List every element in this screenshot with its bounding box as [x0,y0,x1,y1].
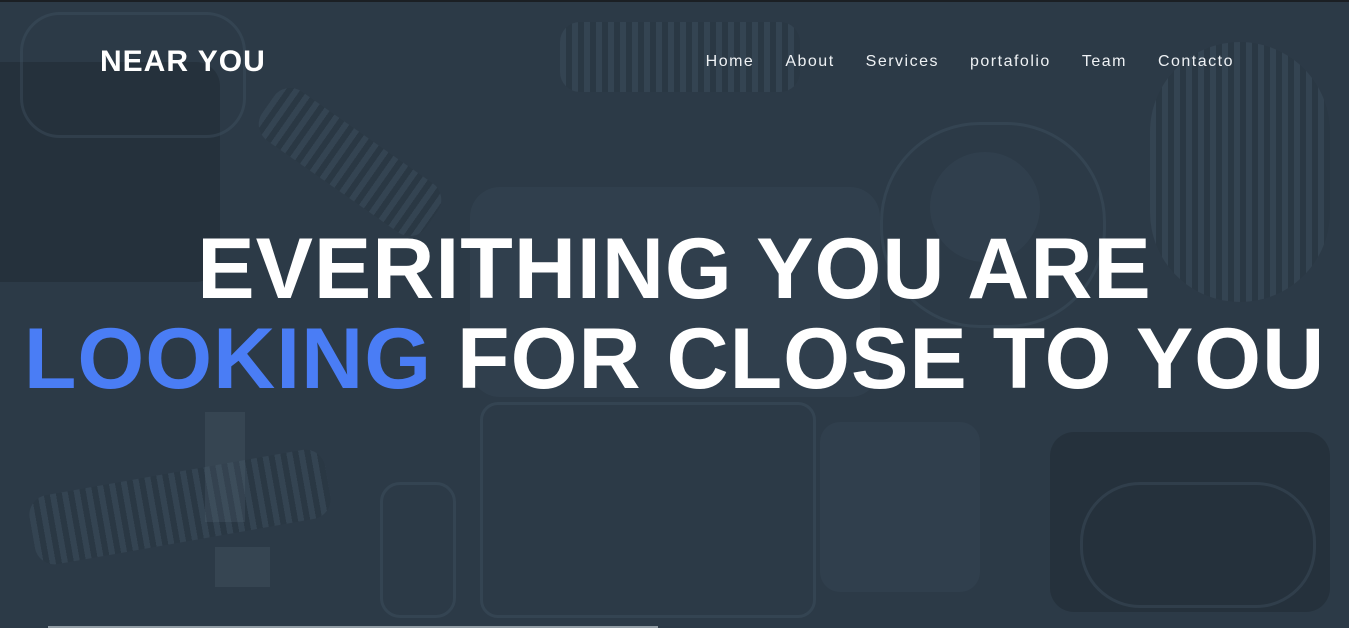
nav-item-services: Services [866,52,939,72]
nav-item-contacto: Contacto [1158,52,1234,72]
hero-headline-line-1: EVERITHING YOU ARE [197,221,1152,317]
brand-logo-link[interactable]: NEAR YOU [100,44,266,80]
hero-headline-line-2-rest: FOR CLOSE TO YOU [432,311,1326,407]
nav-link-services[interactable]: Services [866,53,939,70]
nav-link-portafolio[interactable]: portafolio [970,53,1051,70]
main-nav: Home About Services portafolio Team Cont… [675,52,1234,72]
nav-item-about: About [785,52,834,72]
nav-item-team: Team [1082,52,1127,72]
hero-headline-accent-word: LOOKING [23,311,433,407]
nav-item-home: Home [706,52,755,72]
hero-section: NEAR YOU Home About Services portafolio … [0,0,1349,628]
nav-item-portafolio: portafolio [970,52,1051,72]
top-navbar: NEAR YOU Home About Services portafolio … [0,2,1349,122]
nav-link-contacto[interactable]: Contacto [1158,53,1234,70]
hero-headline: EVERITHING YOU ARE LOOKING FOR CLOSE TO … [0,224,1349,404]
nav-link-about[interactable]: About [785,53,834,70]
nav-link-home[interactable]: Home [706,53,755,70]
nav-link-team[interactable]: Team [1082,53,1127,70]
hero-headline-line-2: LOOKING FOR CLOSE TO YOU [0,314,1349,404]
